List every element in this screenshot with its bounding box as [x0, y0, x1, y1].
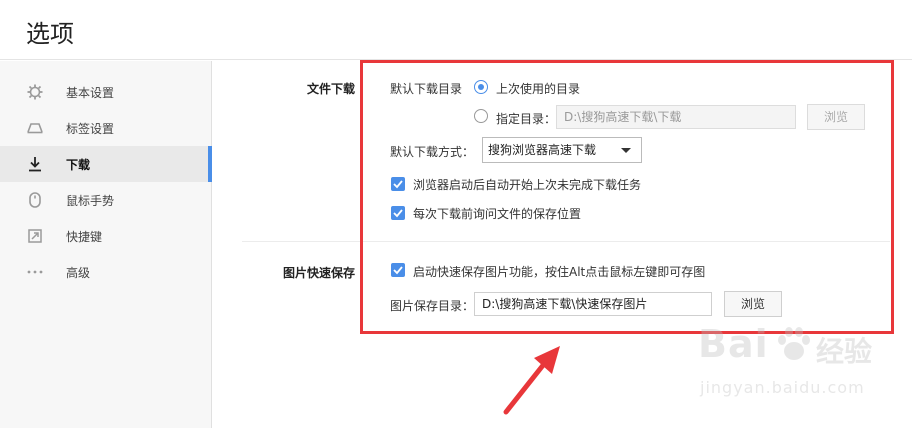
image-quick-save-section-label: 图片快速保存	[283, 266, 356, 280]
download-icon	[26, 155, 44, 173]
sidebar-item-basic-settings[interactable]: 基本设置	[0, 74, 212, 110]
shortcut-icon	[26, 227, 44, 245]
sidebar-item-tab-settings[interactable]: 标签设置	[0, 110, 212, 146]
gear-icon	[26, 83, 44, 101]
sidebar-item-label: 快捷键	[66, 229, 103, 244]
baidu-jingyan-watermark: Bai 经验 jingyan.baidu.com	[698, 318, 898, 418]
watermark-suffix: 经验	[816, 335, 873, 368]
page-title: 选项	[26, 20, 74, 48]
watermark-logo-text: Bai	[698, 322, 769, 366]
mouse-icon	[26, 191, 44, 209]
paw-icon	[778, 327, 810, 360]
more-dots-icon	[26, 263, 44, 281]
sidebar-item-label: 下载	[66, 157, 91, 172]
sidebar-item-mouse-gestures[interactable]: 鼠标手势	[0, 182, 212, 218]
file-download-section-label: 文件下载	[307, 82, 356, 96]
red-highlight-box	[360, 60, 894, 334]
watermark-url: jingyan.baidu.com	[700, 378, 865, 397]
title-bar: 选项	[0, 0, 912, 60]
sidebar-item-label: 高级	[66, 265, 91, 280]
red-arrow-annotation	[503, 346, 560, 415]
sidebar-item-label: 鼠标手势	[66, 193, 115, 208]
sidebar-item-label: 基本设置	[66, 85, 115, 100]
sidebar-item-shortcuts[interactable]: 快捷键	[0, 218, 212, 254]
sidebar-item-label: 标签设置	[66, 121, 115, 136]
sidebar-item-download[interactable]: 下载	[0, 146, 212, 182]
sidebar-item-advanced[interactable]: 高级	[0, 254, 212, 290]
sidebar: 基本设置 标签设置 下载 鼠标手势 快捷键 高级	[0, 61, 212, 428]
tab-icon	[26, 119, 44, 137]
